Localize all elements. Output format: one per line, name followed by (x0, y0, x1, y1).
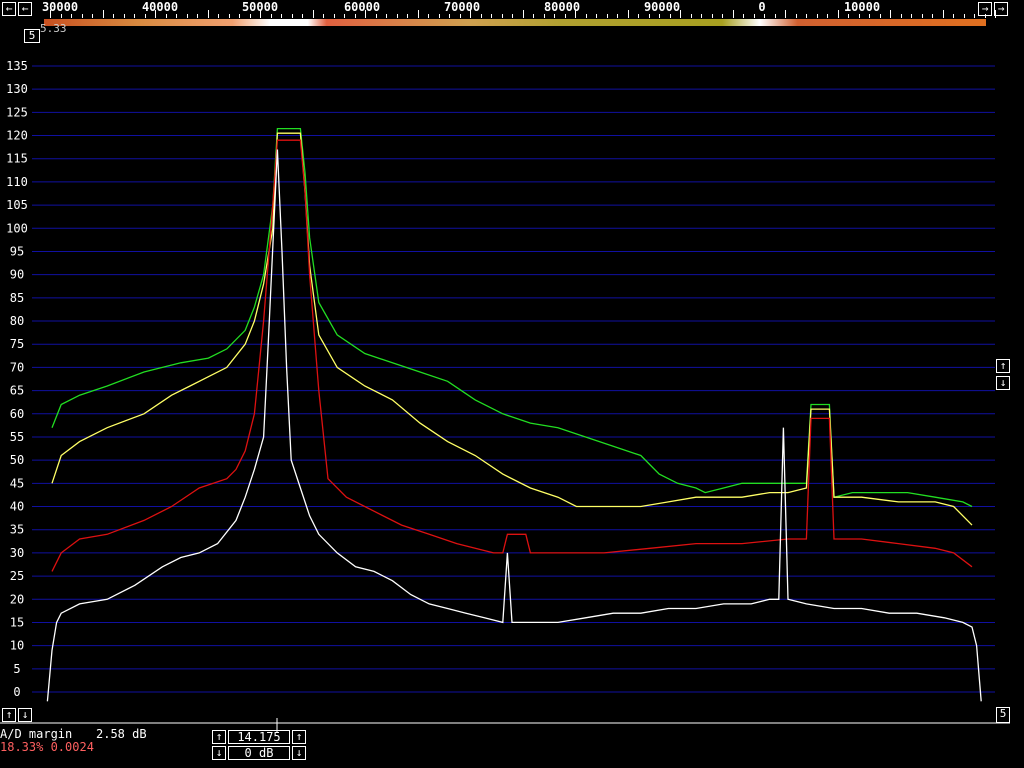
y-tick-label: 5 (13, 662, 20, 676)
y-tick-label: 30 (10, 546, 24, 560)
cpu-load-readout: 18.33% 0.0024 (0, 740, 94, 754)
series-line-4 (46, 149, 982, 702)
y-tick-label: 80 (10, 314, 24, 328)
y-tick-label: 35 (10, 523, 24, 537)
right-up-button[interactable]: ↑ (996, 359, 1010, 373)
bottom-right-box[interactable]: 5 (996, 707, 1010, 723)
y-tick-label: 90 (10, 268, 24, 282)
y-tick-label: 45 (10, 476, 24, 490)
freq-up-button-2[interactable]: ↑ (292, 730, 306, 744)
y-tick-label: 100 (6, 221, 28, 235)
frequency-readout[interactable]: 14.175 (228, 730, 290, 744)
y-tick-label: 105 (6, 198, 28, 212)
bottom-left-down-button[interactable]: ↓ (18, 708, 32, 722)
series-line-2 (51, 132, 973, 526)
spectrum-chart[interactable]: 0 5 10 15 20 25 30 35 40 45 50 55 60 65 70 75 80 85 90 95 10… (0, 0, 1024, 768)
right-down-button[interactable]: ↓ (996, 376, 1010, 390)
y-tick-label: 95 (10, 244, 24, 258)
y-tick-label: 130 (6, 82, 28, 96)
y-tick-label: 40 (10, 500, 24, 514)
y-tick-label: 135 (6, 59, 28, 73)
gain-readout[interactable]: 0 dB (228, 746, 290, 760)
y-tick-label: 0 (13, 685, 20, 699)
y-tick-label: 115 (6, 152, 28, 166)
y-tick-label: 50 (10, 453, 24, 467)
y-tick-label: 110 (6, 175, 28, 189)
y-tick-label: 125 (6, 105, 28, 119)
bottom-left-up-button[interactable]: ↑ (2, 708, 16, 722)
gain-down-button[interactable]: ↓ (212, 746, 226, 760)
freq-up-button[interactable]: ↑ (212, 730, 226, 744)
y-tick-label: 60 (10, 407, 24, 421)
y-tick-label: 15 (10, 615, 24, 629)
center-control-panel: ↑ 14.175 ↑ ↓ 0 dB ↓ (212, 730, 308, 762)
y-tick-label: 85 (10, 291, 24, 305)
y-tick-label: 10 (10, 639, 24, 653)
y-tick-label: 25 (10, 569, 24, 583)
y-tick-label: 65 (10, 384, 24, 398)
series-line-1 (51, 127, 973, 508)
y-tick-label: 70 (10, 360, 24, 374)
y-tick-label: 75 (10, 337, 24, 351)
ad-margin-value: 2.58 dB (96, 727, 147, 741)
y-tick-label: 20 (10, 592, 24, 606)
y-tick-label: 120 (6, 129, 28, 143)
ad-margin-label: A/D margin (0, 727, 73, 741)
gain-down-button-2[interactable]: ↓ (292, 746, 306, 760)
y-tick-label: 55 (10, 430, 24, 444)
